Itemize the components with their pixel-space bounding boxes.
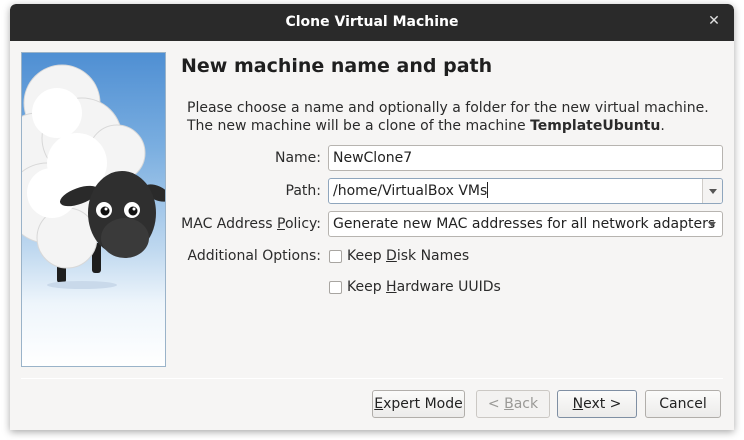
next-post: ext > [583,396,622,412]
title-bar: Clone Virtual Machine ✕ [10,4,734,41]
path-label: Path: [285,183,321,199]
name-input[interactable]: NewClone7 [328,145,723,171]
back-button[interactable]: < Back [476,390,550,418]
expert-mode-button[interactable]: Expert Mode [372,390,465,418]
source-machine-name: TemplateUbuntu [530,118,661,134]
keep-uuids-pre: Keep [347,279,387,295]
sheep-watermark-image [21,52,166,367]
cancel-button[interactable]: Cancel [645,390,721,418]
mac-label-pre: MAC Address [181,216,278,232]
mac-policy-value: Generate new MAC addresses for all netwo… [333,216,716,232]
name-label: Name: [274,150,321,166]
mac-label-mnemonic: P [277,216,285,232]
keep-hardware-uuids-label[interactable]: Keep Hardware UUIDs [347,279,501,295]
keep-disk-names-label[interactable]: Keep Disk Names [347,248,469,264]
page-description: Please choose a name and optionally a fo… [187,99,727,135]
window-title: Clone Virtual Machine [285,14,459,30]
footer-separator [21,378,723,379]
keep-uuids-mnemonic: H [386,279,397,295]
expert-post: xpert Mode [383,396,463,412]
keep-hardware-uuids-checkbox[interactable] [329,281,342,294]
text-cursor [487,182,489,198]
keep-disk-names-post: isk Names [396,248,470,264]
back-mnemonic: B [504,396,514,412]
mac-label-post: olicy: [284,216,321,232]
expert-mnemonic: E [374,396,384,412]
chevron-down-icon [708,222,716,227]
close-icon[interactable]: ✕ [706,13,722,29]
additional-options-label: Additional Options: [187,248,321,264]
mac-policy-select[interactable]: Generate new MAC addresses for all netwo… [328,211,723,237]
keep-disk-names-pre: Keep [347,248,387,264]
sheep-illustration [22,64,165,289]
path-combobox[interactable]: /home/VirtualBox VMs [328,178,723,204]
next-button[interactable]: Next > [557,390,637,418]
description-suffix: . [660,118,665,134]
back-post: ack [513,396,539,412]
keep-uuids-post: ardware UUIDs [396,279,501,295]
keep-disk-names-checkbox[interactable] [329,250,342,263]
clone-vm-dialog: Clone Virtual Machine ✕ New machine name… [10,4,734,430]
path-dropdown-arrow-icon[interactable] [702,179,722,203]
next-mnemonic: N [572,396,584,412]
page-heading: New machine name and path [181,55,493,77]
mac-policy-label: MAC Address Policy: [180,216,321,232]
path-input-text[interactable]: /home/VirtualBox VMs [333,183,487,199]
keep-disk-names-mnemonic: D [386,248,397,264]
back-pre: < [487,396,505,412]
